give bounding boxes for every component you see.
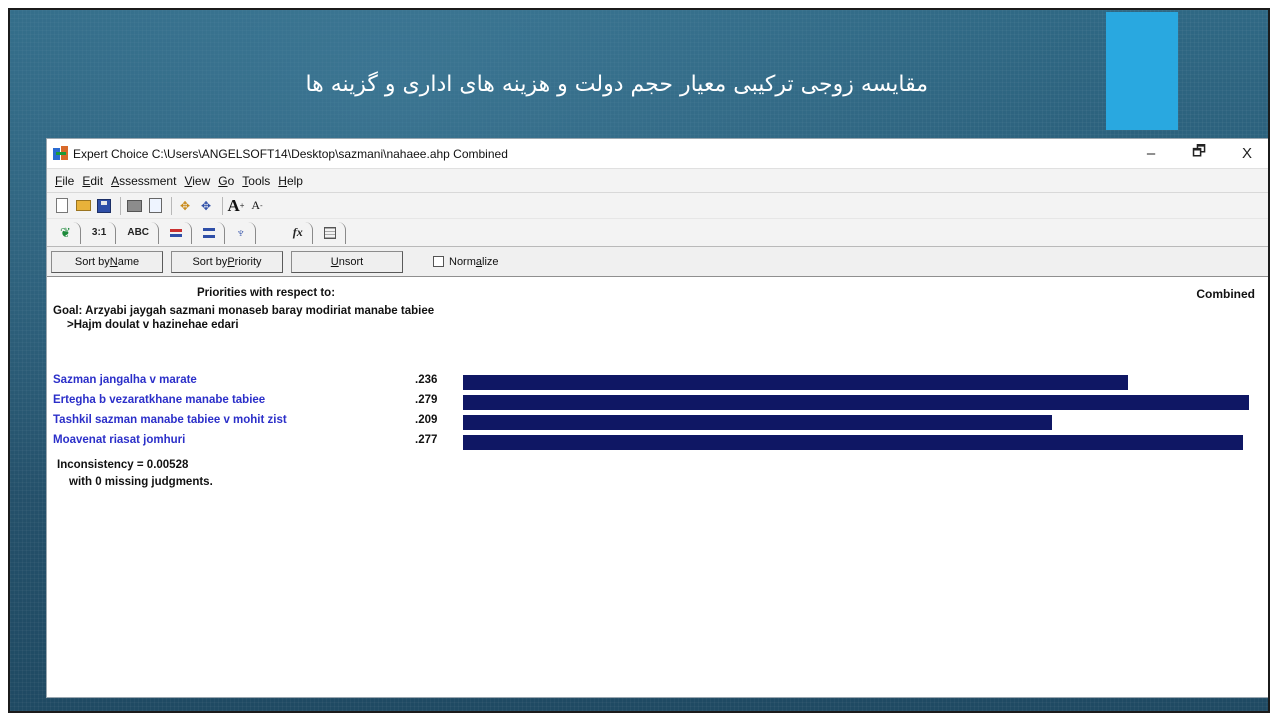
menu-bar: File Edit Assessment View Go Tools Help — [47, 169, 1268, 193]
formula-fx-icon: fx — [292, 225, 303, 239]
sort-controls: Sort by Name Sort by Priority Unsort Nor… — [47, 247, 1268, 277]
menu-tools[interactable]: Tools — [242, 174, 270, 188]
toolbar-divider — [171, 196, 172, 215]
window-title: Expert Choice C:\Users\ANGELSOFT14\Deskt… — [73, 146, 508, 161]
missing-judgments-text: with 0 missing judgments. — [69, 476, 213, 488]
menu-view[interactable]: View — [184, 174, 210, 188]
tab-formula[interactable]: fx — [284, 221, 313, 244]
restore-button[interactable]: 🗗 — [1175, 141, 1223, 166]
tab-graphical-pairwise[interactable] — [161, 221, 193, 244]
priority-row: Moavenat riasat jomhuri .277 — [53, 434, 1263, 450]
checkbox-box[interactable] — [433, 256, 444, 267]
view-tabs-bar: ❦ 3:1 ABC ♆ fx — [47, 219, 1268, 247]
goal-text: Goal: Arzyabi jaygah sazmani monaseb bar… — [53, 305, 435, 317]
tab-model-view[interactable]: ❦ — [51, 221, 81, 244]
font-increase-icon[interactable]: A + — [227, 196, 245, 215]
priority-bar — [463, 415, 1052, 430]
alternative-label[interactable]: Moavenat riasat jomhuri — [53, 434, 185, 446]
tab-data-grid[interactable] — [315, 221, 346, 244]
priority-row: Tashkil sazman manabe tabiee v mohit zis… — [53, 414, 1263, 430]
priorities-heading: Priorities with respect to: — [197, 287, 336, 299]
menu-file[interactable]: File — [55, 174, 74, 188]
slide-title: مقایسه زوجی ترکیبی معیار حجم دولت و هزین… — [305, 72, 928, 97]
priority-value: .236 — [415, 374, 438, 386]
priority-bars-icon — [203, 227, 216, 238]
model-tree-icon: ❦ — [60, 224, 71, 240]
synthesis-icon: ♆ — [236, 225, 246, 240]
normalize-checkbox[interactable]: Norm a lize — [433, 256, 499, 268]
tab-numerical-pairwise[interactable]: 3:1 — [83, 221, 117, 244]
alternative-label[interactable]: Tashkil sazman manabe tabiee v mohit zis… — [53, 414, 287, 426]
font-decrease-icon[interactable]: A- — [248, 197, 266, 215]
expert-choice-window: Expert Choice C:\Users\ANGELSOFT14\Deskt… — [46, 138, 1268, 698]
accent-block — [1106, 12, 1178, 130]
print-preview-icon[interactable] — [146, 197, 164, 215]
sort-by-priority-button[interactable]: Sort by Priority — [171, 250, 283, 273]
menu-assessment[interactable]: Assessment — [111, 174, 176, 188]
priority-bar — [463, 435, 1243, 450]
menu-edit[interactable]: Edit — [82, 174, 103, 188]
priority-bar — [463, 395, 1249, 410]
menu-go[interactable]: Go — [218, 174, 234, 188]
minimize-button[interactable]: – — [1127, 145, 1175, 162]
title-bar: Expert Choice C:\Users\ANGELSOFT14\Deskt… — [47, 139, 1268, 169]
move-down-icon[interactable]: ✥ — [197, 197, 215, 215]
priority-value: .209 — [415, 414, 438, 426]
tab-verbal-pairwise[interactable]: ABC — [118, 221, 160, 244]
move-up-icon[interactable]: ✥ — [176, 197, 194, 215]
graphical-bars-icon — [170, 228, 183, 237]
window-controls: – 🗗 X — [1127, 141, 1268, 166]
priority-row: Sazman jangalha v marate .236 — [53, 374, 1263, 390]
priority-bar — [463, 375, 1128, 390]
expert-choice-app-icon — [53, 145, 69, 162]
open-folder-icon[interactable] — [74, 197, 92, 215]
close-button[interactable]: X — [1223, 145, 1268, 162]
priorities-panel: Priorities with respect to: Combined Goa… — [47, 277, 1268, 687]
sort-by-name-button[interactable]: Sort by Name — [51, 250, 163, 273]
tab-synthesis[interactable]: ♆ — [227, 221, 256, 244]
data-grid-icon — [323, 226, 336, 239]
toolbar-divider — [120, 196, 121, 215]
priority-value: .279 — [415, 394, 438, 406]
tab-priorities[interactable] — [194, 221, 226, 244]
priority-row: Ertegha b vezaratkhane manabe tabiee .279 — [53, 394, 1263, 410]
new-file-icon[interactable] — [53, 197, 71, 215]
unsort-button[interactable]: Unsort — [291, 250, 403, 273]
inconsistency-text: Inconsistency = 0.00528 — [57, 459, 189, 471]
alternative-label[interactable]: Sazman jangalha v marate — [53, 374, 197, 386]
alternative-label[interactable]: Ertegha b vezaratkhane manabe tabiee — [53, 394, 265, 406]
print-icon[interactable] — [125, 197, 143, 215]
slide-background: مقایسه زوجی ترکیبی معیار حجم دولت و هزین… — [8, 8, 1270, 713]
standard-toolbar: ✥ ✥ A + A- — [47, 193, 1268, 219]
mode-label: Combined — [1196, 287, 1255, 301]
criterion-text: >Hajm doulat v hazinehae edari — [67, 319, 239, 331]
save-icon[interactable] — [95, 197, 113, 215]
menu-help[interactable]: Help — [278, 174, 303, 188]
toolbar-divider — [222, 196, 223, 215]
priority-value: .277 — [415, 434, 438, 446]
